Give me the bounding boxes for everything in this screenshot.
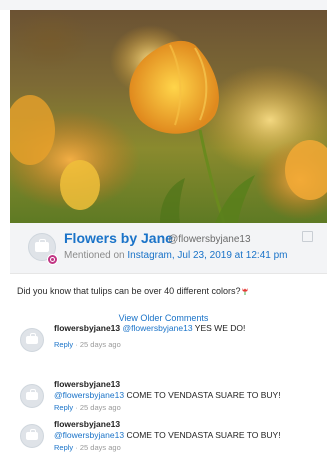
comment-text: flowersbyjane13 @flowersbyjane13 YES WE … xyxy=(54,323,324,334)
comment-avatar[interactable] xyxy=(20,424,44,448)
post-date-link[interactable]: , Jul 23, 2019 at 12:41 pm xyxy=(172,250,288,261)
briefcase-icon xyxy=(35,239,49,252)
handle-separator: · xyxy=(162,234,166,245)
reply-link[interactable]: Reply xyxy=(54,340,73,349)
network-link[interactable]: Instagram xyxy=(127,250,171,261)
mention-line: Mentioned on Instagram, Jul 23, 2019 at … xyxy=(64,250,288,261)
comment-meta: Reply · 25 days ago xyxy=(54,340,121,349)
tulip-icon xyxy=(242,287,248,295)
comment-body: COME TO VENDASTA SUARE TO BUY! xyxy=(126,390,281,400)
briefcase-icon xyxy=(26,429,38,440)
handle-text: @flowersbyjane13 xyxy=(168,234,251,245)
page-handle: · @flowersbyjane13 xyxy=(162,234,251,245)
post-text: Did you know that tulips can be over 40 … xyxy=(17,286,241,296)
tulip-photo xyxy=(10,25,327,223)
comment-age: 25 days ago xyxy=(79,403,121,412)
comment-avatar[interactable] xyxy=(20,328,44,352)
comment-age: 25 days ago xyxy=(79,443,121,452)
comment-user[interactable]: flowersbyjane13 xyxy=(54,379,120,389)
comment-mention[interactable]: @flowersbyjane13 xyxy=(54,430,124,440)
comment-item: flowersbyjane13 @flowersbyjane13 COME TO … xyxy=(10,379,327,419)
comment-user[interactable]: flowersbyjane13 xyxy=(54,419,120,429)
comment-meta: Reply · 25 days ago xyxy=(54,403,121,412)
meta-separator: · xyxy=(75,403,78,412)
comment-text: flowersbyjane13 @flowersbyjane13 COME TO … xyxy=(54,379,324,401)
post-image xyxy=(10,10,327,223)
comment-item: flowersbyjane13 @flowersbyjane13 COME TO … xyxy=(10,419,327,457)
edit-icon[interactable] xyxy=(302,231,313,242)
briefcase-icon xyxy=(26,333,38,344)
comment-avatar[interactable] xyxy=(20,384,44,408)
comment-mention[interactable]: @flowersbyjane13 xyxy=(123,323,193,333)
post-body: Did you know that tulips can be over 40 … xyxy=(17,286,248,296)
comment-text: flowersbyjane13 @flowersbyjane13 COME TO … xyxy=(54,419,324,441)
comment-mention[interactable]: @flowersbyjane13 xyxy=(54,390,124,400)
meta-separator: · xyxy=(75,443,78,452)
comment-user[interactable]: flowersbyjane13 xyxy=(54,323,120,333)
mention-prefix: Mentioned on xyxy=(64,250,128,261)
instagram-icon xyxy=(47,254,58,265)
post-card: Flowers by Jane · @flowersbyjane13 Menti… xyxy=(0,10,327,457)
post-header: Flowers by Jane · @flowersbyjane13 Menti… xyxy=(10,223,327,274)
page-name-link[interactable]: Flowers by Jane xyxy=(64,230,173,246)
comment-age: 25 days ago xyxy=(79,340,121,349)
reply-link[interactable]: Reply xyxy=(54,443,73,452)
briefcase-icon xyxy=(26,389,38,400)
reply-link[interactable]: Reply xyxy=(54,403,73,412)
comment-item: flowersbyjane13 @flowersbyjane13 YES WE … xyxy=(10,323,327,363)
comment-body: YES WE DO! xyxy=(194,323,246,333)
comment-meta: Reply · 25 days ago xyxy=(54,443,121,452)
comment-body: COME TO VENDASTA SUARE TO BUY! xyxy=(126,430,281,440)
meta-separator: · xyxy=(75,340,78,349)
view-older-comments-link[interactable]: View Older Comments xyxy=(0,313,327,323)
